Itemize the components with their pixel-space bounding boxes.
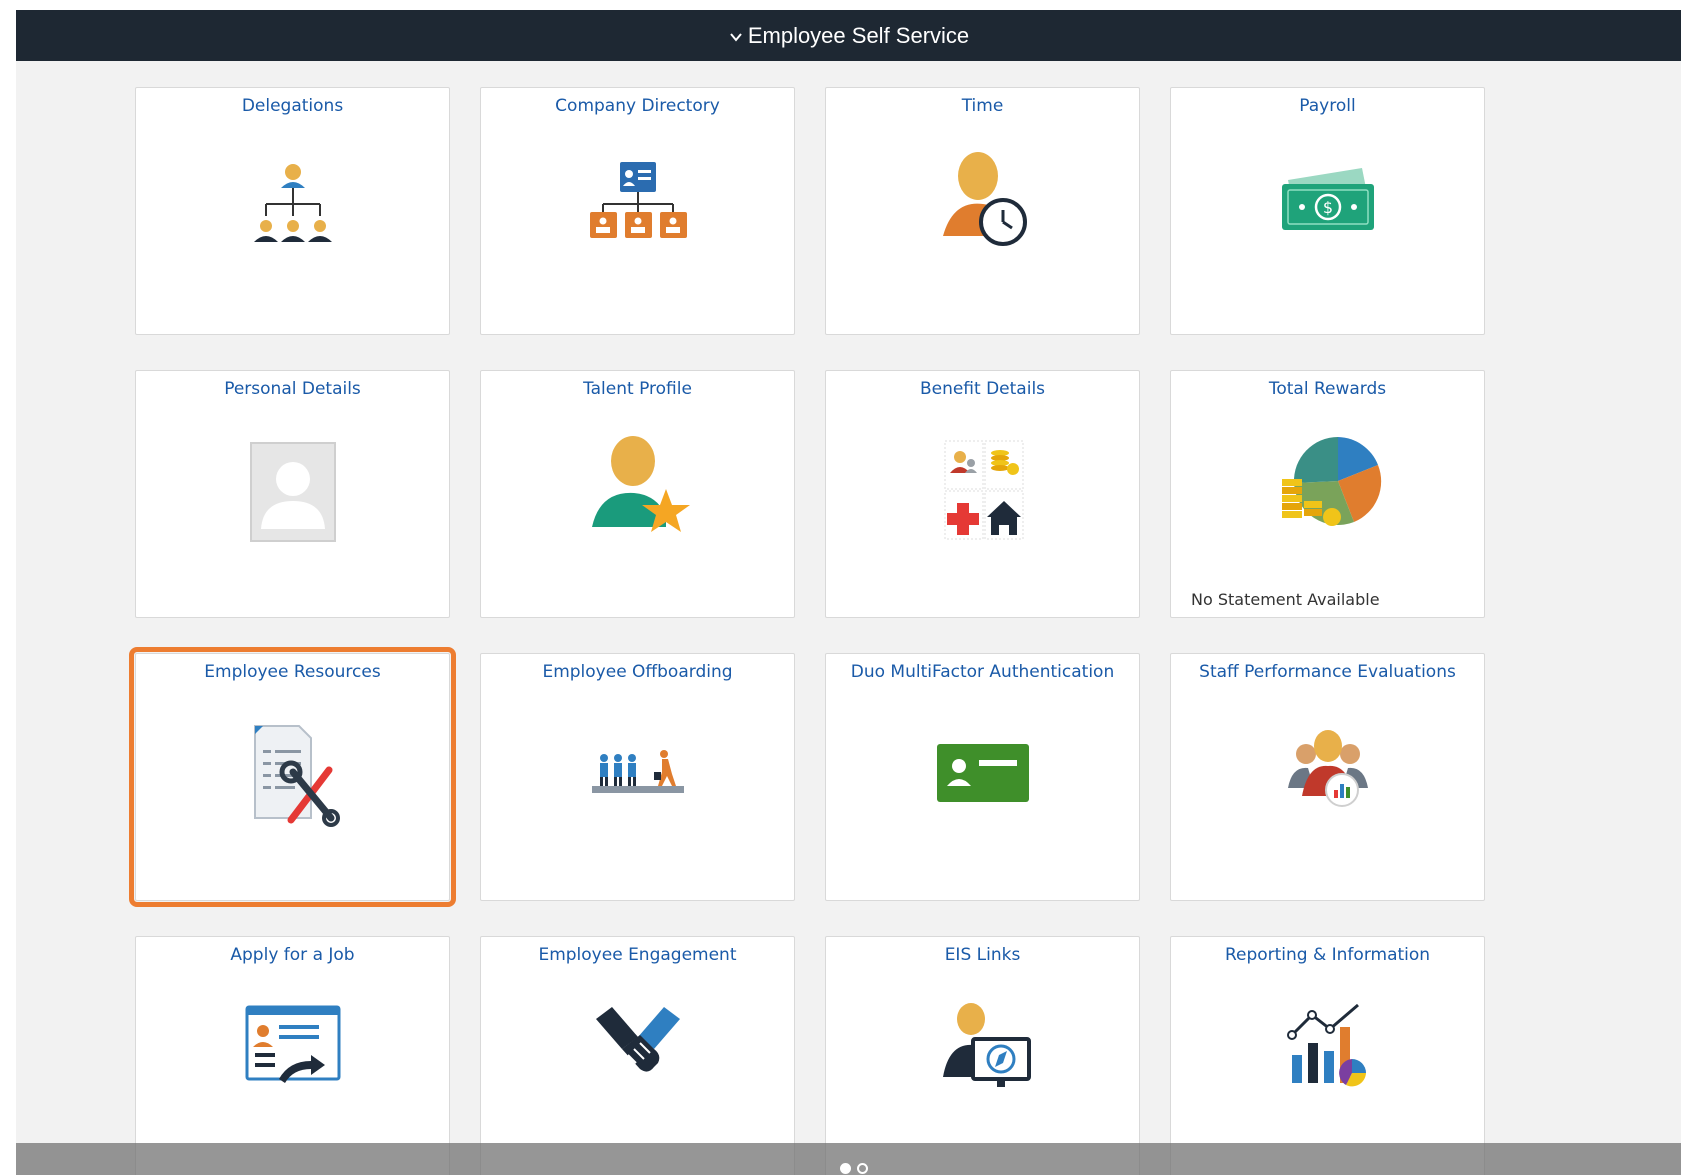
org-chart-icon [253, 164, 332, 242]
job-application-icon [245, 1005, 340, 1083]
tile-title: Employee Offboarding [542, 662, 733, 682]
id-card-icon [936, 744, 1029, 802]
document-tools-icon [253, 725, 340, 827]
tile-title: Personal Details [224, 379, 361, 399]
tile-eis-links[interactable]: EIS Links [825, 936, 1140, 1175]
directory-icon [589, 162, 687, 238]
tile-employee-resources[interactable]: Employee Resources [129, 647, 456, 907]
rewards-pie-icon [1281, 436, 1381, 526]
photo-placeholder-icon [249, 442, 336, 542]
homepage-header[interactable]: Employee Self Service [16, 10, 1681, 61]
reporting-chart-icon [1286, 1003, 1366, 1087]
person-monitor-icon [942, 1003, 1031, 1087]
team-chart-icon [1287, 730, 1368, 807]
tile-title: Talent Profile [583, 379, 692, 399]
tile-talent-profile[interactable]: Talent Profile [480, 370, 795, 618]
tile-title: EIS Links [944, 945, 1021, 965]
svg-text:$: $ [1322, 198, 1332, 217]
tile-delegations[interactable]: Delegations [135, 87, 450, 335]
tile-employee-offboarding[interactable]: Employee Offboarding [480, 653, 795, 901]
tile-duo-multifactor[interactable]: Duo MultiFactor Authentication [825, 653, 1140, 901]
tile-title: Duo MultiFactor Authentication [850, 662, 1115, 682]
tile-time[interactable]: Time [825, 87, 1140, 335]
benefits-grid-icon [944, 440, 1023, 540]
tile-personal-details[interactable]: Personal Details [135, 370, 450, 618]
tile-benefit-details[interactable]: Benefit Details [825, 370, 1140, 618]
tile-title: Time [961, 96, 1004, 116]
tile-company-directory[interactable]: Company Directory [480, 87, 795, 335]
tile-title: Employee Resources [204, 662, 381, 682]
tile-title: Reporting & Information [1224, 945, 1431, 965]
tile-total-rewards[interactable]: Total Rewards No Statement Available [1170, 370, 1485, 618]
person-star-icon [591, 436, 690, 532]
tile-title: Benefit Details [919, 379, 1046, 399]
handshake-icon [595, 1007, 680, 1072]
tile-status-note: No Statement Available [1191, 590, 1380, 609]
offboarding-icon [591, 750, 684, 793]
tile-payroll[interactable]: Payroll $ [1170, 87, 1485, 335]
tile-title: Payroll [1299, 96, 1356, 116]
tile-employee-engagement[interactable]: Employee Engagement [480, 936, 795, 1175]
chevron-down-icon [730, 32, 742, 42]
tile-title: Total Rewards [1268, 379, 1387, 399]
homepage-title: Employee Self Service [747, 22, 970, 48]
tile-title: Delegations [241, 96, 344, 116]
tile-apply-for-a-job[interactable]: Apply for a Job [135, 936, 450, 1175]
tile-staff-performance[interactable]: Staff Performance Evaluations [1170, 653, 1485, 901]
tile-title: Apply for a Job [230, 945, 355, 965]
page-indicator [840, 1163, 868, 1174]
tile-title: Company Directory [555, 96, 720, 116]
tile-title: Employee Engagement [538, 945, 737, 965]
person-clock-icon [942, 152, 1027, 246]
homepage-frame: Employee Self Service Delegations Compan… [16, 10, 1681, 1175]
page-dot-2[interactable] [857, 1163, 868, 1174]
money-icon: $ [1281, 168, 1374, 230]
page-dot-1[interactable] [840, 1163, 851, 1174]
tile-title: Staff Performance Evaluations [1199, 662, 1456, 682]
tile-reporting-information[interactable]: Reporting & Information [1170, 936, 1485, 1175]
